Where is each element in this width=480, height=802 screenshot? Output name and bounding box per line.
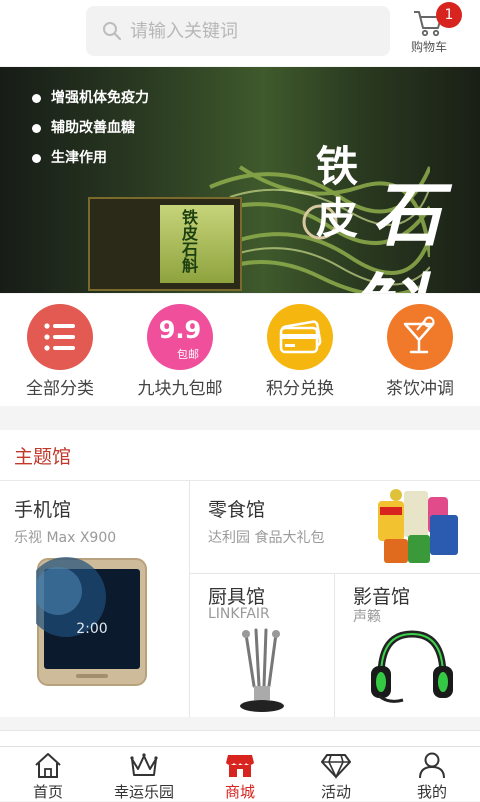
nav-label: 幸运乐园 <box>113 783 174 801</box>
tile-subtitle: LINKFAIR <box>208 606 270 622</box>
cart-button[interactable]: 1 购物车 <box>404 2 464 62</box>
banner-bullet: 辅助改善血糖 <box>32 117 135 137</box>
diamond-icon <box>321 754 351 779</box>
card-icon <box>267 304 333 370</box>
theme-grid: 手机馆 乐视 Max X900 2:00 零食馆 达利园 食品大礼包 厨具馆 L… <box>0 481 480 717</box>
tea-drinks-button[interactable]: 茶饮冲调 <box>360 304 480 400</box>
shop-icon <box>226 755 254 777</box>
quick-menu: 全部分类 9.9 包邮 九块九包邮 积分兑换 茶饮冲调 <box>0 294 480 406</box>
tile-title: 厨具馆 <box>208 586 266 608</box>
kitchen-knives-image <box>240 628 284 712</box>
nav-label: 首页 <box>32 783 63 801</box>
nav-lucky-park[interactable]: 幸运乐园 <box>96 751 192 801</box>
banner-bullet: 生津作用 <box>32 147 107 167</box>
nav-label: 我的 <box>416 783 447 801</box>
audio-hall-tile[interactable]: 影音馆 声籁 <box>335 574 480 717</box>
nav-home[interactable]: 首页 <box>0 751 96 801</box>
search-icon <box>103 22 122 41</box>
nav-shop[interactable]: 商城 <box>192 751 288 801</box>
nine-nine-label: 九块九包邮 <box>137 379 223 399</box>
search-bar[interactable] <box>86 6 390 56</box>
banner-calligraphy-title: 铁 皮 石 斛 <box>316 142 442 293</box>
nav-label: 活动 <box>320 783 351 801</box>
points-exchange-label: 积分兑换 <box>266 379 334 399</box>
tile-subtitle: 乐视 Max X900 <box>14 530 117 546</box>
top-bar: 1 购物车 <box>0 0 480 66</box>
product-box-image: 铁皮石斛 <box>88 197 242 291</box>
list-icon <box>27 304 93 370</box>
home-icon <box>35 753 61 778</box>
cart-count-badge: 1 <box>436 2 462 28</box>
tile-title: 影音馆 <box>353 586 411 608</box>
kitchen-hall-tile[interactable]: 厨具馆 LINKFAIR <box>190 574 334 717</box>
cart-label: 购物车 <box>410 40 447 54</box>
bottom-nav: 首页 幸运乐园 商城 活动 我的 <box>0 746 480 801</box>
phone-hall-tile[interactable]: 手机馆 乐视 Max X900 2:00 <box>0 481 189 717</box>
tea-drinks-label: 茶饮冲调 <box>386 379 454 399</box>
tile-subtitle: 达利园 食品大礼包 <box>208 530 325 546</box>
all-categories-label: 全部分类 <box>26 379 94 399</box>
nav-mine[interactable]: 我的 <box>384 751 480 801</box>
snacks-hall-tile[interactable]: 零食馆 达利园 食品大礼包 <box>190 481 480 573</box>
svg-text:2:00: 2:00 <box>76 621 107 637</box>
promo-banner[interactable]: 增强机体免疫力 辅助改善血糖 生津作用 铁皮石斛 铁 皮 石 斛 <box>0 67 480 293</box>
tile-title: 手机馆 <box>14 499 72 521</box>
tile-subtitle: 声籁 <box>353 609 381 625</box>
section-title: 主题馆 <box>14 446 72 468</box>
tile-title: 零食馆 <box>208 499 266 521</box>
crown-icon <box>130 753 158 776</box>
cocktail-icon <box>387 304 453 370</box>
points-exchange-button[interactable]: 积分兑换 <box>240 304 360 400</box>
search-input[interactable] <box>130 6 380 56</box>
nine-nine-badge-icon: 9.9 包邮 <box>147 304 213 370</box>
phone-image: 2:00 <box>36 557 147 686</box>
nav-activity[interactable]: 活动 <box>288 751 384 801</box>
user-icon <box>419 752 445 779</box>
product-box-label: 铁皮石斛 <box>179 209 198 273</box>
nine-nine-free-shipping-button[interactable]: 9.9 包邮 九块九包邮 <box>120 304 240 400</box>
headphones-image <box>371 630 453 703</box>
banner-bullet: 增强机体免疫力 <box>32 87 149 107</box>
section-divider <box>0 730 480 747</box>
snacks-image <box>378 489 458 563</box>
all-categories-button[interactable]: 全部分类 <box>0 304 120 400</box>
nav-label: 商城 <box>224 783 255 801</box>
theme-section-header: 主题馆 <box>0 430 480 481</box>
